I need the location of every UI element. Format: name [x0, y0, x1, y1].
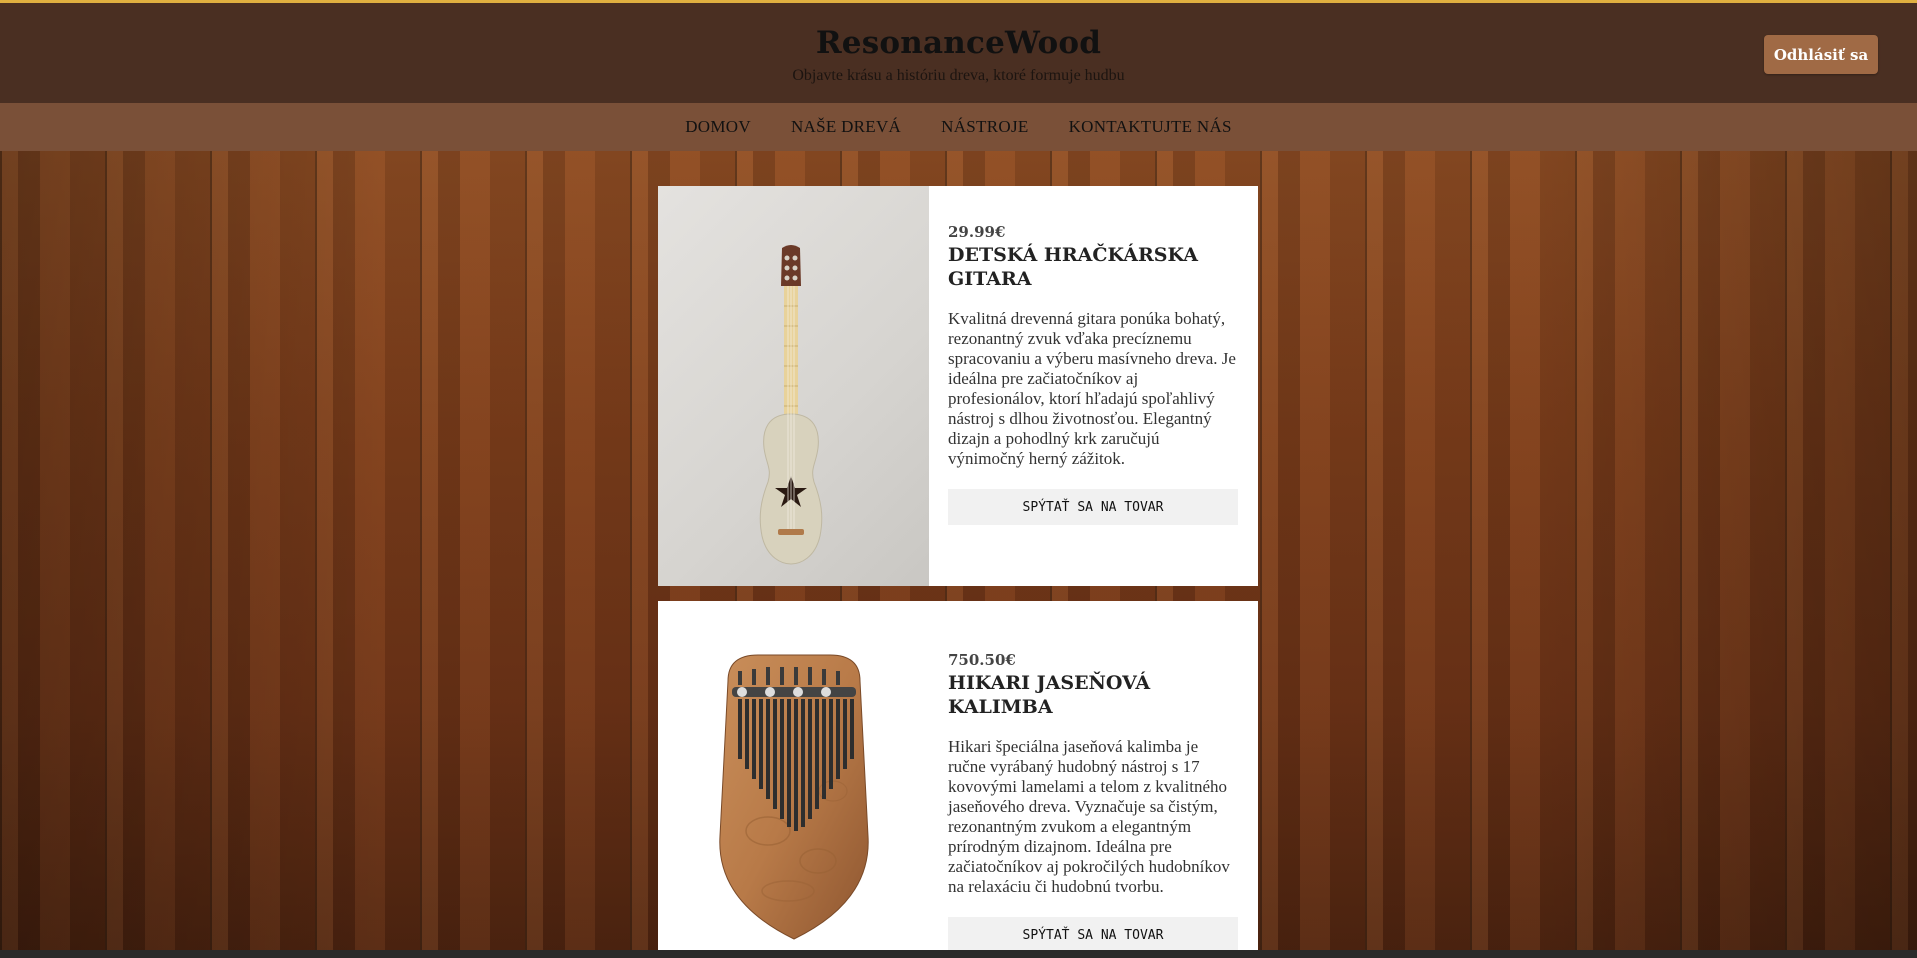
nav-link-contact[interactable]: KONTAKTUJTE NÁS [1069, 117, 1232, 137]
taskbar-strip [0, 950, 1917, 958]
main-nav: DOMOV NAŠE DREVÁ NÁSTROJE KONTAKTUJTE NÁ… [0, 103, 1917, 151]
product-price: 29.99€ [948, 223, 1006, 241]
product-card: 29.99€ DETSKÁ HRAČKÁRSKA GITARA Kvalitná… [658, 186, 1258, 586]
product-description: Kvalitná drevenná gitara ponúka bohatý, … [948, 309, 1236, 468]
inquire-button[interactable]: SPÝTAŤ SA NA TOVAR [948, 489, 1238, 525]
product-title: DETSKÁ HRAČKÁRSKA GITARA [948, 244, 1199, 290]
inquire-button[interactable]: SPÝTAŤ SA NA TOVAR [948, 917, 1238, 950]
product-image-kalimba [658, 601, 929, 950]
product-description: Hikari špeciálna jaseňová kalimba je ruč… [948, 737, 1230, 896]
nav-link-instruments[interactable]: NÁSTROJE [941, 117, 1028, 137]
site-tagline: Objavte krásu a históriu dreva, ktoré fo… [792, 67, 1125, 84]
site-title: ResonanceWood [815, 25, 1102, 61]
logout-button[interactable]: Odhlásiť sa [1764, 35, 1878, 74]
toy-guitar-illustration [759, 245, 823, 565]
product-info: 29.99€ DETSKÁ HRAČKÁRSKA GITARA Kvalitná… [929, 186, 1258, 586]
product-info: 750.50€ HIKARI JASEŇOVÁ KALIMBA Hikari š… [929, 601, 1258, 950]
product-price: 750.50€ [948, 651, 1016, 669]
kalimba-illustration [719, 654, 869, 940]
nav-link-home[interactable]: DOMOV [685, 117, 751, 137]
site-header: ResonanceWood Objavte krásu a históriu d… [0, 0, 1917, 103]
nav-link-woods[interactable]: NAŠE DREVÁ [791, 117, 901, 137]
product-title: HIKARI JASEŇOVÁ KALIMBA [948, 672, 1151, 718]
product-image-toy-guitar [658, 186, 929, 586]
product-card: 750.50€ HIKARI JASEŇOVÁ KALIMBA Hikari š… [658, 601, 1258, 950]
